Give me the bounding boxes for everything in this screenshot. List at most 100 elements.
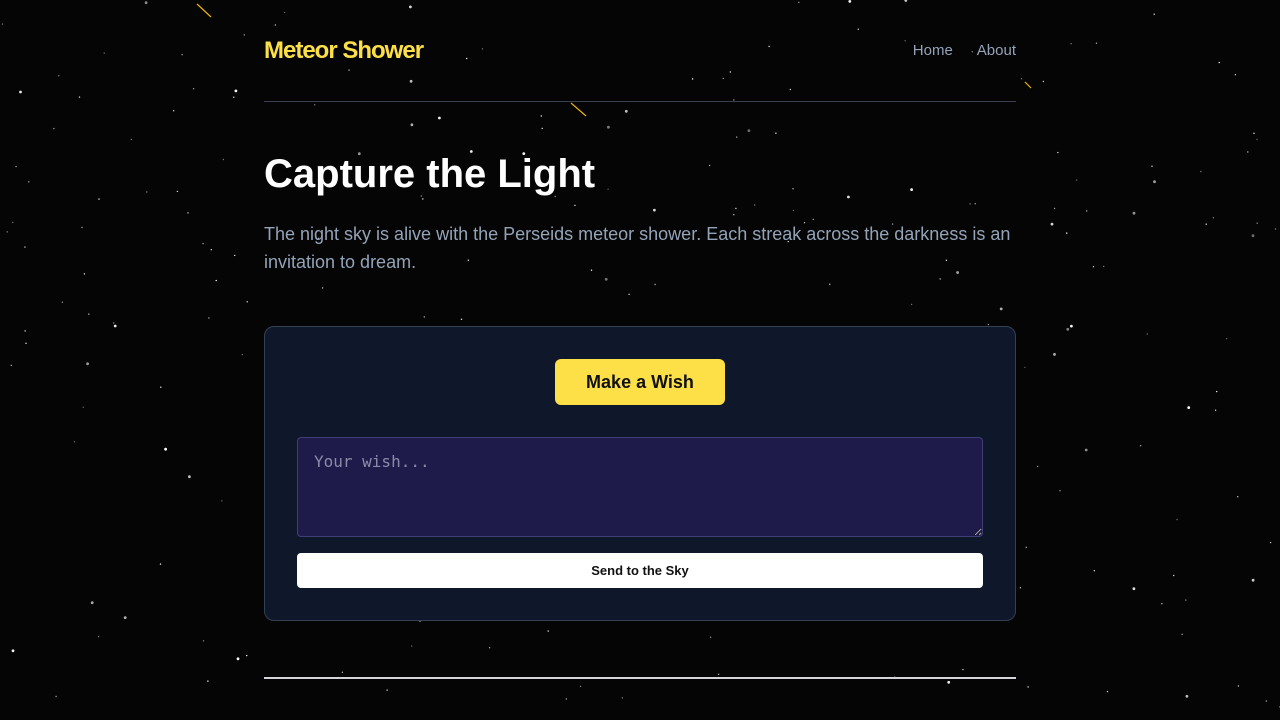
star (1132, 587, 1136, 591)
star (1019, 587, 1022, 589)
star (221, 500, 223, 502)
star (207, 680, 209, 682)
star (12, 221, 14, 224)
send-to-sky-button[interactable]: Send to the Sky (297, 553, 983, 588)
star (1181, 633, 1183, 635)
star (19, 90, 22, 94)
star (1212, 217, 1215, 219)
star (386, 689, 388, 691)
star (1265, 700, 1268, 702)
star (86, 362, 89, 366)
page-container: Meteor Shower Home About Capture the Lig… (264, 0, 1016, 679)
star (1053, 353, 1056, 356)
star (243, 34, 245, 36)
brand-logo[interactable]: Meteor Shower (264, 37, 424, 65)
star (73, 441, 76, 443)
star (1027, 686, 1029, 688)
star (1024, 366, 1026, 369)
star (28, 181, 30, 183)
star (97, 636, 100, 638)
star (53, 127, 55, 130)
star (58, 75, 60, 77)
star (146, 191, 148, 193)
star (1205, 223, 1207, 225)
star (1176, 518, 1178, 521)
star (1161, 603, 1163, 605)
star (81, 226, 83, 229)
star (90, 601, 94, 605)
star (176, 190, 179, 193)
star (1042, 80, 1045, 83)
star (579, 685, 582, 687)
star (565, 698, 567, 700)
star (236, 657, 240, 661)
star (234, 89, 238, 93)
star (1173, 574, 1175, 577)
star (1, 23, 4, 25)
star (215, 279, 217, 282)
star (98, 198, 100, 200)
star (1247, 151, 1249, 153)
star (1053, 207, 1056, 210)
star (246, 654, 248, 657)
star (1256, 222, 1258, 224)
footer-divider (264, 677, 1016, 679)
star (187, 212, 189, 214)
star (188, 475, 191, 479)
make-a-wish-button[interactable]: Make a Wish (555, 359, 725, 405)
star (1153, 13, 1155, 15)
nav-link-home[interactable]: Home (913, 42, 953, 59)
star (1070, 324, 1073, 328)
star (11, 649, 15, 653)
star (202, 640, 205, 642)
star (1057, 151, 1059, 154)
star (1237, 685, 1240, 687)
wish-input[interactable] (297, 437, 983, 537)
star (1216, 390, 1218, 393)
star (246, 301, 248, 303)
star (15, 165, 17, 168)
nav-link-about[interactable]: About (977, 42, 1016, 59)
star (1214, 409, 1217, 411)
star (1253, 132, 1255, 134)
star (1185, 599, 1187, 601)
star (113, 324, 117, 328)
star (88, 313, 90, 315)
star (10, 364, 12, 366)
star (1218, 61, 1220, 64)
star (1139, 445, 1142, 447)
star (1256, 138, 1258, 141)
star (1075, 179, 1078, 181)
star (1274, 228, 1277, 230)
star (1187, 406, 1191, 409)
star (1251, 578, 1255, 582)
star (1225, 337, 1228, 340)
star (222, 158, 225, 161)
star (78, 96, 81, 98)
hero-description: The night sky is alive with the Perseids… (264, 224, 1011, 272)
star (130, 138, 132, 141)
star (55, 695, 57, 698)
shooting-star (196, 3, 212, 18)
star (159, 563, 162, 565)
star (1234, 74, 1237, 76)
site-header: Meteor Shower Home About (264, 0, 1016, 102)
star (25, 342, 27, 344)
star (113, 322, 115, 324)
star (1237, 496, 1239, 498)
star (1103, 265, 1105, 268)
star (1151, 165, 1153, 167)
star (1132, 211, 1136, 215)
star (192, 88, 195, 90)
star (1066, 327, 1070, 331)
star (123, 616, 127, 619)
star (208, 317, 210, 319)
star (621, 697, 623, 699)
shooting-star (1024, 81, 1032, 89)
star (210, 249, 212, 251)
star (1106, 690, 1109, 693)
star (202, 242, 204, 245)
star (1093, 570, 1096, 572)
star (181, 54, 183, 56)
wish-card: Make a Wish Send to the Sky (264, 326, 1016, 621)
